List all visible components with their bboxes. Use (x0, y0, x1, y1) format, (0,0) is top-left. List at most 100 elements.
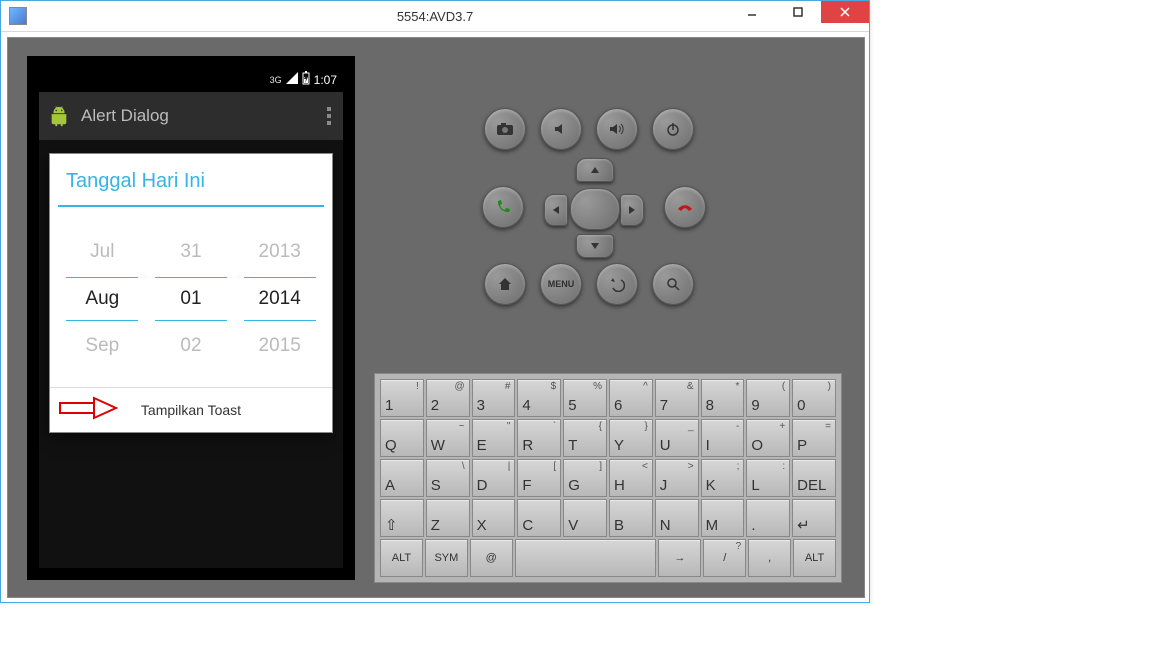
menu-label: MENU (548, 279, 575, 289)
back-button[interactable] (596, 263, 638, 305)
key-J[interactable]: J> (655, 459, 699, 497)
key-space[interactable] (515, 539, 657, 577)
key-7[interactable]: 7& (655, 379, 699, 417)
key-2[interactable]: 2@ (426, 379, 470, 417)
dpad-left[interactable] (544, 194, 568, 226)
annotation-arrow-icon (58, 396, 120, 420)
key-Q[interactable]: Q (380, 419, 424, 457)
key-I[interactable]: I- (701, 419, 745, 457)
key-8[interactable]: 8* (701, 379, 745, 417)
close-button[interactable] (821, 1, 869, 23)
key-3[interactable]: 3# (472, 379, 516, 417)
key-5[interactable]: 5% (563, 379, 607, 417)
key-↵[interactable]: ↵ (792, 499, 836, 537)
day-column[interactable]: 31 01 02 (155, 231, 227, 367)
key-9[interactable]: 9( (746, 379, 790, 417)
key-U[interactable]: U_ (655, 419, 699, 457)
key-C[interactable]: C (517, 499, 561, 537)
key-D[interactable]: D| (472, 459, 516, 497)
key-W[interactable]: W~ (426, 419, 470, 457)
power-icon (665, 121, 681, 137)
key-@[interactable]: @ (470, 539, 513, 577)
key-⇧[interactable]: ⇧ (380, 499, 424, 537)
day-prev[interactable]: 31 (155, 231, 227, 273)
key-H[interactable]: H< (609, 459, 653, 497)
key-0[interactable]: 0) (792, 379, 836, 417)
dpad-up[interactable] (576, 158, 614, 182)
key-DEL[interactable]: DEL (792, 459, 836, 497)
key-X[interactable]: X (472, 499, 516, 537)
key-1[interactable]: 1! (380, 379, 424, 417)
overflow-menu-button[interactable] (323, 103, 335, 129)
key-M[interactable]: M (701, 499, 745, 537)
kb-row-5: ALTSYM@→/?,ALT (379, 538, 837, 578)
month-next[interactable]: Sep (66, 325, 138, 367)
key-/[interactable]: /? (703, 539, 746, 577)
day-next[interactable]: 02 (155, 325, 227, 367)
dpad-center[interactable] (570, 188, 620, 230)
menu-button[interactable]: MENU (540, 263, 582, 305)
key-ALT[interactable]: ALT (380, 539, 423, 577)
network-indicator: 3G (270, 75, 282, 85)
key-4[interactable]: 4$ (517, 379, 561, 417)
key-A[interactable]: A (380, 459, 424, 497)
date-picker[interactable]: Jul Aug Sep 31 01 02 2013 20 (50, 207, 332, 387)
key-E[interactable]: E" (472, 419, 516, 457)
year-prev[interactable]: 2013 (244, 231, 316, 273)
key-S[interactable]: S\ (426, 459, 470, 497)
key-K[interactable]: K; (701, 459, 745, 497)
dpad-right[interactable] (620, 194, 644, 226)
volume-down-icon (553, 121, 569, 137)
key-F[interactable]: F[ (517, 459, 561, 497)
app-title: Alert Dialog (81, 106, 169, 126)
key-→[interactable]: → (658, 539, 701, 577)
key-G[interactable]: G] (563, 459, 607, 497)
volume-up-button[interactable] (596, 108, 638, 150)
key-T[interactable]: T{ (563, 419, 607, 457)
key-N[interactable]: N (655, 499, 699, 537)
key-,[interactable]: , (748, 539, 791, 577)
volume-up-icon (608, 121, 626, 137)
phone-screen: 3G 1:07 Alert Dialog (39, 68, 343, 568)
key-V[interactable]: V (563, 499, 607, 537)
camera-button[interactable] (484, 108, 526, 150)
power-button[interactable] (652, 108, 694, 150)
year-current[interactable]: 2014 (244, 277, 316, 321)
search-button[interactable] (652, 263, 694, 305)
end-call-button[interactable] (664, 186, 706, 228)
key-SYM[interactable]: SYM (425, 539, 468, 577)
dpad-down[interactable] (576, 234, 614, 258)
key-R[interactable]: R` (517, 419, 561, 457)
month-prev[interactable]: Jul (66, 231, 138, 273)
minimize-button[interactable] (729, 1, 775, 23)
back-icon (609, 276, 625, 292)
maximize-button[interactable] (775, 1, 821, 23)
dialog-confirm-button[interactable]: Tampilkan Toast (50, 387, 332, 432)
kb-row-4: ⇧ZXCVBNM.↵ (379, 498, 837, 538)
volume-down-button[interactable] (540, 108, 582, 150)
key-B[interactable]: B (609, 499, 653, 537)
dialog-button-label: Tampilkan Toast (141, 402, 241, 418)
emulator-client: 3G 1:07 Alert Dialog (7, 37, 865, 598)
close-icon (838, 5, 852, 19)
home-icon (497, 276, 513, 292)
emulator-controls-pane: MENU 1!2@3#4$5%6^7&8*9(0) QW~E"R`T{Y}U_I… (374, 38, 864, 597)
year-column[interactable]: 2013 2014 2015 (244, 231, 316, 367)
key-.[interactable]: . (746, 499, 790, 537)
key-L[interactable]: L: (746, 459, 790, 497)
call-button[interactable] (482, 186, 524, 228)
key-Y[interactable]: Y} (609, 419, 653, 457)
key-P[interactable]: P= (792, 419, 836, 457)
month-column[interactable]: Jul Aug Sep (66, 231, 138, 367)
year-next[interactable]: 2015 (244, 325, 316, 367)
key-O[interactable]: O+ (746, 419, 790, 457)
day-current[interactable]: 01 (155, 277, 227, 321)
kb-row-3: AS\D|F[G]H<J>K;L:DEL (379, 458, 837, 498)
month-current[interactable]: Aug (66, 277, 138, 321)
key-ALT[interactable]: ALT (793, 539, 836, 577)
dpad (534, 158, 654, 258)
home-button[interactable] (484, 263, 526, 305)
app-launcher-icon (47, 104, 71, 128)
key-Z[interactable]: Z (426, 499, 470, 537)
key-6[interactable]: 6^ (609, 379, 653, 417)
